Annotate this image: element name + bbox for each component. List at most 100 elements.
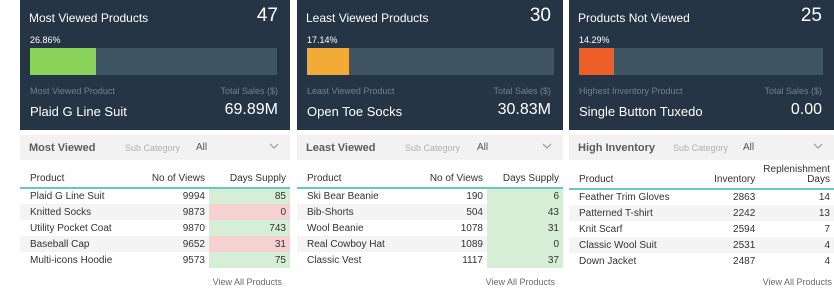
table-cell: 6 [487,188,563,204]
table-cell: Classic Vest [307,254,362,266]
table-row[interactable]: Baseball Cap 9652 31 [20,236,290,252]
card-total-sales: 0.00 [790,101,822,118]
column-header[interactable]: Inventory [693,165,760,190]
table-cell: 0 [209,204,290,220]
table-cell: Knitted Socks [20,204,145,220]
table-cell: Plaid G Line Suit [30,191,105,202]
progress-bar-track [579,48,823,75]
table-row[interactable]: Multi-icons Hoodie 9573 75 [20,252,290,268]
view-all-products-link[interactable]: View All Products [213,277,282,287]
card-sub-label: Most Viewed Product [30,86,115,96]
sub-category-label: Sub Category [405,143,461,153]
table-cell: 9873 [145,204,209,220]
table-cell: Multi-icons Hoodie [30,254,113,266]
table-row[interactable]: Knit Scarf 2594 7 [569,221,834,237]
card-sub-label-right: Total Sales ($) [764,86,822,96]
table-cell: 31 [487,220,563,236]
card-title: Products Not Viewed [578,11,690,25]
table-row[interactable]: Feather Trim Gloves 2863 14 [569,189,834,205]
table-row[interactable]: Wool Beanie 1078 31 [297,220,563,236]
table-cell: 2863 [733,192,756,203]
kpi-card: Least Viewed Products 30 17.14% Least Vi… [297,0,563,130]
table-cell: Ski Bear Beanie [307,191,379,202]
table-row[interactable]: Real Cowboy Hat 1089 0 [297,236,563,252]
column-header[interactable]: Product [297,165,417,189]
column-header[interactable]: No of Views [417,165,487,189]
table-row[interactable]: Classic Vest 1117 37 [297,252,563,268]
table-cell: 2594 [733,223,756,235]
dashboard: Most Viewed Products 47 26.86% Most View… [0,0,834,293]
kpi-card: Products Not Viewed 25 14.29% Highest In… [569,0,834,130]
not-viewed-panel: Products Not Viewed 25 14.29% Highest In… [569,0,834,293]
table-cell: 4 [759,237,834,253]
view-all-products-link[interactable]: View All Products [486,277,555,287]
products-table: Product No of Views Days Supply Plaid G … [20,165,290,268]
sub-category-select[interactable]: All [196,142,207,153]
progress-bar-fill [579,48,614,75]
card-sub-label: Least Viewed Product [307,86,395,96]
products-table: Product No of Views Days Supply Ski Bear… [297,165,563,268]
table-cell: 43 [487,204,563,220]
column-header[interactable]: Days Supply [209,165,290,189]
section-title: Least Viewed [306,142,376,154]
least-viewed-panel: Least Viewed Products 30 17.14% Least Vi… [297,0,563,293]
sub-category-select[interactable]: All [477,142,488,153]
chevron-down-icon[interactable] [812,140,824,152]
table-cell: Bib-Shorts [297,204,417,220]
table-cell: 1117 [462,254,483,266]
table-cell: Down Jacket [579,255,637,267]
table-cell: 14 [818,192,830,203]
view-all-products-link[interactable]: View All Products [763,277,832,287]
table-cell: 1078 [460,222,483,234]
table-cell: 2531 [693,237,760,253]
table-cell: 2487 [733,255,756,267]
card-product-name: Plaid G Line Suit [30,104,127,119]
table-row[interactable]: Down Jacket 2487 4 [569,253,834,269]
table-row[interactable]: Knitted Socks 9873 0 [20,204,290,220]
table-row[interactable]: Plaid G Line Suit 9994 85 [20,188,290,204]
card-count: 47 [256,5,278,26]
most-viewed-panel: Most Viewed Products 47 26.86% Most View… [20,0,290,293]
table-cell: 9573 [182,254,205,266]
table-row[interactable]: Utility Pocket Coat 9870 743 [20,220,290,236]
kpi-card: Most Viewed Products 47 26.86% Most View… [20,0,290,130]
table-cell: Classic Wool Suit [569,237,694,253]
table-cell: 0 [487,236,563,252]
card-sub-label-right: Total Sales ($) [493,86,551,96]
table-cell: 4 [824,255,830,267]
bar-percent-label: 26.86% [30,35,61,45]
table-cell: 75 [209,252,290,268]
card-title: Least Viewed Products [306,11,429,25]
card-count: 25 [800,5,822,26]
table-cell: Knit Scarf [579,223,623,235]
section-title: Most Viewed [29,142,96,154]
table-row[interactable]: Patterned T-shirt 2242 13 [569,205,834,221]
section-title: High Inventory [578,142,656,154]
table-cell: Feather Trim Gloves [579,192,670,203]
table-row[interactable]: Bib-Shorts 504 43 [297,204,563,220]
table-row[interactable]: Classic Wool Suit 2531 4 [569,237,834,253]
column-header[interactable]: Product [569,165,694,190]
card-count: 30 [529,5,551,26]
table-cell: 31 [209,236,290,252]
column-header[interactable]: Replenishment Days [759,165,834,190]
chevron-down-icon[interactable] [541,140,553,152]
card-sub-label: Highest Inventory Product [579,86,683,96]
column-header[interactable]: No of Views [145,165,209,189]
table-cell: 1089 [417,236,487,252]
table-cell: Baseball Cap [20,236,145,252]
chevron-down-icon[interactable] [268,140,280,152]
sub-category-select[interactable]: All [743,142,754,153]
card-product-name: Open Toe Socks [307,104,403,119]
table-cell: 504 [417,204,487,220]
table-cell: 13 [759,205,834,221]
column-header[interactable]: Days Supply [487,165,563,189]
column-header[interactable]: Product [20,165,145,189]
table-row[interactable]: Ski Bear Beanie 190 6 [297,188,563,204]
progress-bar-track [30,48,277,75]
card-sub-label-right: Total Sales ($) [220,86,278,96]
card-total-sales: 69.89M [224,101,278,118]
filter-row: High Inventory Sub Category All [569,135,834,160]
table-cell: 2242 [693,205,760,221]
table-cell: 85 [209,188,290,204]
